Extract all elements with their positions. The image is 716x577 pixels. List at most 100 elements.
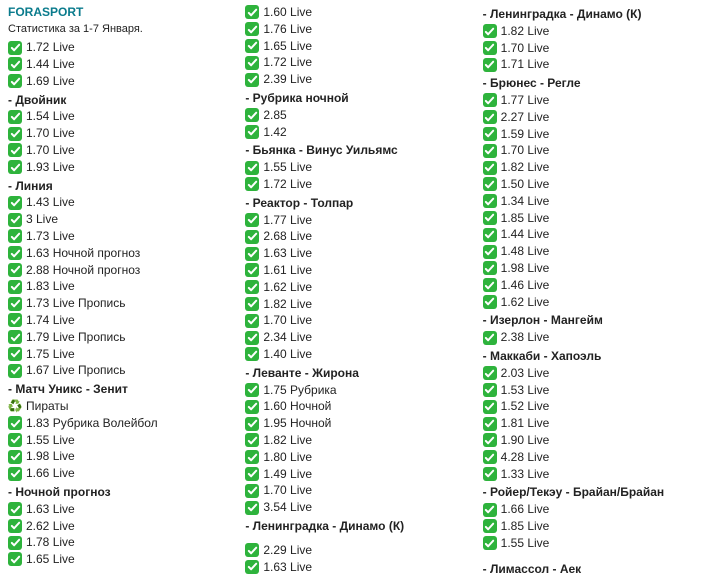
check-icon: [8, 213, 22, 227]
list-item: 1.82 Live: [245, 296, 470, 313]
check-icon: [483, 536, 497, 550]
list-item: 1.73 Live: [8, 228, 233, 245]
section-header: - Линия: [8, 178, 233, 195]
col-2-items: 1.60 Live1.76 Live1.65 Live1.72 Live2.39…: [245, 4, 470, 575]
check-icon: [8, 519, 22, 533]
list-item: 1.65 Live: [245, 38, 470, 55]
item-label: 1.82 Live: [263, 296, 312, 313]
item-label: 1.55 Live: [501, 535, 550, 552]
list-item: 1.50 Live: [483, 176, 708, 193]
check-icon: [8, 74, 22, 88]
list-item: 1.34 Live: [483, 193, 708, 210]
col-3: - Ленинградка - Динамо (К)1.82 Live1.70 …: [477, 4, 714, 577]
list-item: 1.70 Live: [8, 142, 233, 159]
check-icon: [8, 57, 22, 71]
item-label: 1.63 Live: [263, 559, 312, 576]
item-label: 1.70 Live: [501, 142, 550, 159]
list-item: 1.55 Live: [483, 535, 708, 552]
check-icon: [8, 246, 22, 260]
item-label: 2.34 Live: [263, 329, 312, 346]
spacer: [483, 552, 708, 559]
list-item: 1.70 Live: [483, 40, 708, 57]
list-item: 1.72 Live: [245, 176, 470, 193]
item-label: 1.80 Live: [263, 449, 312, 466]
check-icon: [245, 39, 259, 53]
item-label: 1.77 Live: [263, 212, 312, 229]
check-icon: [245, 56, 259, 70]
brand-title: FORASPORT: [8, 4, 233, 21]
section-header: - Изерлон - Мангейм: [483, 312, 708, 329]
list-item: 1.77 Live: [483, 92, 708, 109]
list-item: 1.65 Live: [8, 551, 233, 568]
check-icon: [8, 552, 22, 566]
list-item: 1.79 Live Пропись: [8, 329, 233, 346]
check-icon: [8, 330, 22, 344]
list-item: 1.44 Live: [8, 56, 233, 73]
list-item: ♻️Пираты: [8, 398, 233, 415]
item-label: 1.72 Live: [263, 54, 312, 71]
check-icon: [245, 400, 259, 414]
item-label: 1.93 Live: [26, 159, 75, 176]
check-icon: [483, 177, 497, 191]
item-label: 1.66 Live: [501, 501, 550, 518]
list-item: 1.81 Live: [483, 415, 708, 432]
item-label: 1.85 Live: [501, 518, 550, 535]
check-icon: [8, 280, 22, 294]
check-icon: [8, 196, 22, 210]
item-label: 1.67 Live Пропись: [26, 362, 125, 379]
list-item: 1.90 Live: [483, 432, 708, 449]
check-icon: [245, 501, 259, 515]
section-header: - Ройер/Текэу - Брайан/Брайан: [483, 484, 708, 501]
list-item: 2.27 Live: [483, 109, 708, 126]
section-header: - Реактор - Толпар: [245, 195, 470, 212]
item-label: 1.71 Live: [501, 56, 550, 73]
list-item: 1.63 Live: [245, 559, 470, 576]
section-header: - Ленинградка - Динамо (К): [483, 6, 708, 23]
check-icon: [245, 467, 259, 481]
item-label: 1.70 Live: [26, 125, 75, 142]
item-label: 1.76 Live: [263, 21, 312, 38]
item-label: 1.70 Live: [26, 142, 75, 159]
list-item: 1.63 Live: [245, 245, 470, 262]
check-icon: [483, 433, 497, 447]
list-item: 1.98 Live: [483, 260, 708, 277]
item-label: 1.40 Live: [263, 346, 312, 363]
item-label: 1.65 Live: [263, 38, 312, 55]
list-item: 1.63 Live: [8, 501, 233, 518]
list-item: 1.69 Live: [8, 73, 233, 90]
check-icon: [245, 213, 259, 227]
item-label: 1.54 Live: [26, 108, 75, 125]
list-item: 2.39 Live: [245, 71, 470, 88]
check-icon: [8, 313, 22, 327]
list-item: 1.55 Live: [8, 432, 233, 449]
item-label: 1.70 Live: [263, 482, 312, 499]
item-label: 1.70 Live: [263, 312, 312, 329]
item-label: 2.29 Live: [263, 542, 312, 559]
item-label: 1.43 Live: [26, 194, 75, 211]
check-icon: [245, 161, 259, 175]
list-item: 2.03 Live: [483, 365, 708, 382]
check-icon: [8, 160, 22, 174]
item-label: 1.95 Ночной: [263, 415, 331, 432]
check-icon: [245, 125, 259, 139]
list-item: 1.62 Live: [245, 279, 470, 296]
check-icon: [483, 144, 497, 158]
section-header: - Брюнес - Регле: [483, 75, 708, 92]
item-label: 1.75 Live: [26, 346, 75, 363]
check-icon: [8, 433, 22, 447]
list-item: 1.40 Live: [245, 346, 470, 363]
check-icon: [483, 467, 497, 481]
item-label: 2.38 Live: [501, 329, 550, 346]
check-icon: [245, 280, 259, 294]
item-label: 2.68 Live: [263, 228, 312, 245]
item-label: 1.42: [263, 124, 286, 141]
check-icon: [8, 229, 22, 243]
list-item: 1.85 Live: [483, 210, 708, 227]
item-label: 2.85: [263, 107, 286, 124]
list-item: 1.62 Live: [483, 294, 708, 311]
check-icon: [245, 347, 259, 361]
item-label: 1.62 Live: [263, 279, 312, 296]
list-item: 1.82 Live: [245, 432, 470, 449]
check-icon: [483, 503, 497, 517]
list-item: 1.71 Live: [483, 56, 708, 73]
